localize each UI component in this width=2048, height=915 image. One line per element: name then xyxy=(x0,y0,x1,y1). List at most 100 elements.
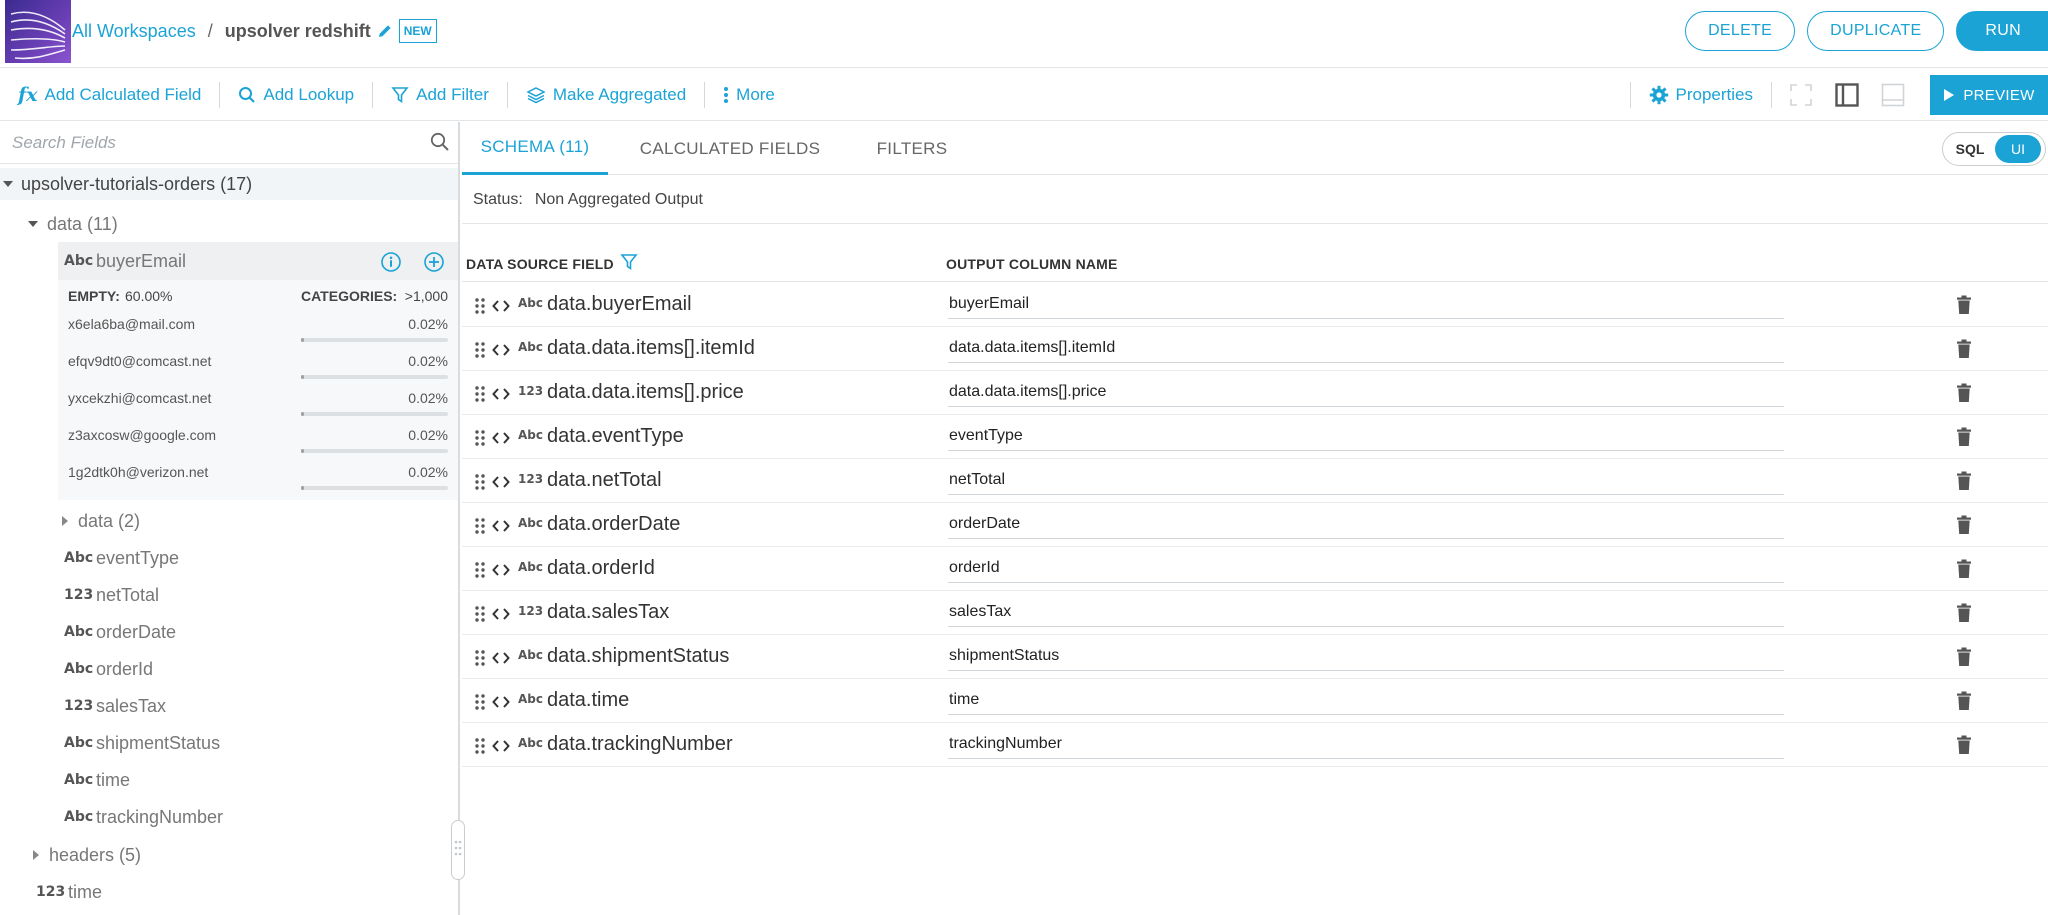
tree-group-data-sub[interactable]: data (2) xyxy=(62,506,140,536)
sidebar-view-icon[interactable] xyxy=(1834,82,1860,108)
more-vertical-icon xyxy=(724,86,729,103)
field-type: Abc xyxy=(518,296,543,310)
output-column-input[interactable] xyxy=(948,289,1784,319)
more-button[interactable]: More xyxy=(705,81,793,109)
tree-group-data[interactable]: data (11) xyxy=(28,209,118,239)
code-brackets-icon[interactable] xyxy=(492,694,510,715)
drag-handle-icon[interactable] xyxy=(474,605,486,628)
source-field-name: data.time xyxy=(547,689,630,711)
drag-handle-icon[interactable] xyxy=(474,297,486,320)
drag-handle-icon[interactable] xyxy=(474,385,486,408)
add-filter-button[interactable]: Add Filter xyxy=(373,81,507,109)
output-column-input[interactable] xyxy=(948,377,1784,407)
drag-handle-icon[interactable] xyxy=(474,561,486,584)
code-brackets-icon[interactable] xyxy=(492,738,510,759)
output-column-input[interactable] xyxy=(948,597,1784,627)
drag-handle-icon[interactable] xyxy=(474,429,486,452)
bottom-panel-view-icon[interactable] xyxy=(1880,82,1906,108)
sidebar-field-time-root[interactable]: 123 time xyxy=(36,877,102,907)
delete-trash-icon[interactable] xyxy=(1956,647,1972,672)
delete-trash-icon[interactable] xyxy=(1956,603,1972,628)
delete-trash-icon[interactable] xyxy=(1956,691,1972,716)
stat-percent: 0.02% xyxy=(408,464,448,480)
delete-trash-icon[interactable] xyxy=(1956,735,1972,760)
drag-handle-icon[interactable] xyxy=(474,737,486,760)
delete-trash-icon[interactable] xyxy=(1956,427,1972,452)
drag-handle-icon[interactable] xyxy=(474,473,486,496)
output-column-input[interactable] xyxy=(948,641,1784,671)
code-brackets-icon[interactable] xyxy=(492,386,510,407)
code-brackets-icon[interactable] xyxy=(492,562,510,583)
code-brackets-icon[interactable] xyxy=(492,518,510,539)
sidebar-field-salesTax[interactable]: 123 salesTax xyxy=(64,691,166,721)
drag-handle-icon[interactable] xyxy=(474,341,486,364)
properties-button[interactable]: Properties xyxy=(1637,81,1765,109)
add-calculated-field-button[interactable]: fx Add Calculated Field xyxy=(0,81,219,109)
source-field-name: data.buyerEmail xyxy=(547,293,692,315)
output-column-input[interactable] xyxy=(948,509,1784,539)
output-column-input[interactable] xyxy=(948,553,1784,583)
stat-value: x6ela6ba@mail.com xyxy=(68,316,196,332)
sidebar-field-trackingNumber[interactable]: Abc trackingNumber xyxy=(64,802,223,832)
source-field-name: data.shipmentStatus xyxy=(547,645,730,667)
code-brackets-icon[interactable] xyxy=(492,342,510,363)
code-brackets-icon[interactable] xyxy=(492,430,510,451)
breadcrumb-all-workspaces[interactable]: All Workspaces xyxy=(72,21,196,42)
output-column-input[interactable] xyxy=(948,729,1784,759)
delete-button[interactable]: DELETE xyxy=(1685,11,1796,51)
sidebar-field-netTotal[interactable]: 123 netTotal xyxy=(64,580,159,610)
fullscreen-view-icon[interactable] xyxy=(1788,82,1814,108)
drag-handle-icon[interactable] xyxy=(474,517,486,540)
code-brackets-icon[interactable] xyxy=(492,650,510,671)
stat-row: x6ela6ba@mail.com 0.02% xyxy=(58,312,458,342)
delete-trash-icon[interactable] xyxy=(1956,295,1972,320)
output-column-input[interactable] xyxy=(948,333,1784,363)
drag-handle-icon[interactable] xyxy=(474,693,486,716)
run-button[interactable]: RUN xyxy=(1956,11,2048,51)
toggle-ui[interactable]: UI xyxy=(1995,135,2041,163)
search-fields-input[interactable] xyxy=(12,130,412,156)
sql-ui-toggle[interactable]: SQL UI xyxy=(1942,132,2046,166)
field-name: trackingNumber xyxy=(96,806,224,827)
edit-pencil-icon[interactable] xyxy=(377,23,393,39)
main-panel: SCHEMA (11) CALCULATED FIELDS FILTERS SQ… xyxy=(462,122,2048,915)
output-column-input[interactable] xyxy=(948,685,1784,715)
add-field-plus-icon[interactable] xyxy=(423,251,445,278)
code-brackets-icon[interactable] xyxy=(492,474,510,495)
sidebar-field-shipmentStatus[interactable]: Abc shipmentStatus xyxy=(64,728,220,758)
sidebar-field-eventType[interactable]: Abc eventType xyxy=(64,543,179,573)
duplicate-button[interactable]: DUPLICATE xyxy=(1807,11,1945,51)
delete-trash-icon[interactable] xyxy=(1956,559,1972,584)
tab-filters[interactable]: FILTERS xyxy=(852,122,972,175)
source-field-name: data.data.items[].price xyxy=(547,381,744,403)
tab-calculated-fields[interactable]: CALCULATED FIELDS xyxy=(630,122,830,175)
sidebar-field-time[interactable]: Abc time xyxy=(64,765,130,795)
app-logo[interactable] xyxy=(5,0,71,63)
selected-field-row[interactable]: Abc buyerEmail xyxy=(58,242,458,280)
make-aggregated-button[interactable]: Make Aggregated xyxy=(508,81,704,109)
delete-trash-icon[interactable] xyxy=(1956,383,1972,408)
search-icon[interactable] xyxy=(430,132,450,157)
sidebar-field-orderId[interactable]: Abc orderId xyxy=(64,654,153,684)
new-badge: NEW xyxy=(398,19,437,43)
field-name: shipmentStatus xyxy=(96,732,221,753)
preview-button[interactable]: PREVIEW xyxy=(1930,75,2048,115)
field-type: Abc xyxy=(64,772,94,788)
code-brackets-icon[interactable] xyxy=(492,606,510,627)
delete-trash-icon[interactable] xyxy=(1956,339,1972,364)
info-icon[interactable] xyxy=(380,251,402,278)
sidebar-field-orderDate[interactable]: Abc orderDate xyxy=(64,617,176,647)
code-brackets-icon[interactable] xyxy=(492,298,510,319)
field-name: netTotal xyxy=(96,584,160,605)
tab-schema[interactable]: SCHEMA (11) xyxy=(462,122,608,175)
add-lookup-button[interactable]: Add Lookup xyxy=(220,81,372,109)
drag-handle-icon[interactable] xyxy=(474,649,486,672)
tree-group-headers[interactable]: headers (5) xyxy=(33,840,141,870)
output-column-input[interactable] xyxy=(948,421,1784,451)
tree-root[interactable]: upsolver-tutorials-orders (17) xyxy=(0,168,458,200)
delete-trash-icon[interactable] xyxy=(1956,471,1972,496)
column-filter-icon[interactable] xyxy=(620,253,638,274)
output-column-input[interactable] xyxy=(948,465,1784,495)
toggle-sql[interactable]: SQL xyxy=(1945,141,1995,157)
delete-trash-icon[interactable] xyxy=(1956,515,1972,540)
